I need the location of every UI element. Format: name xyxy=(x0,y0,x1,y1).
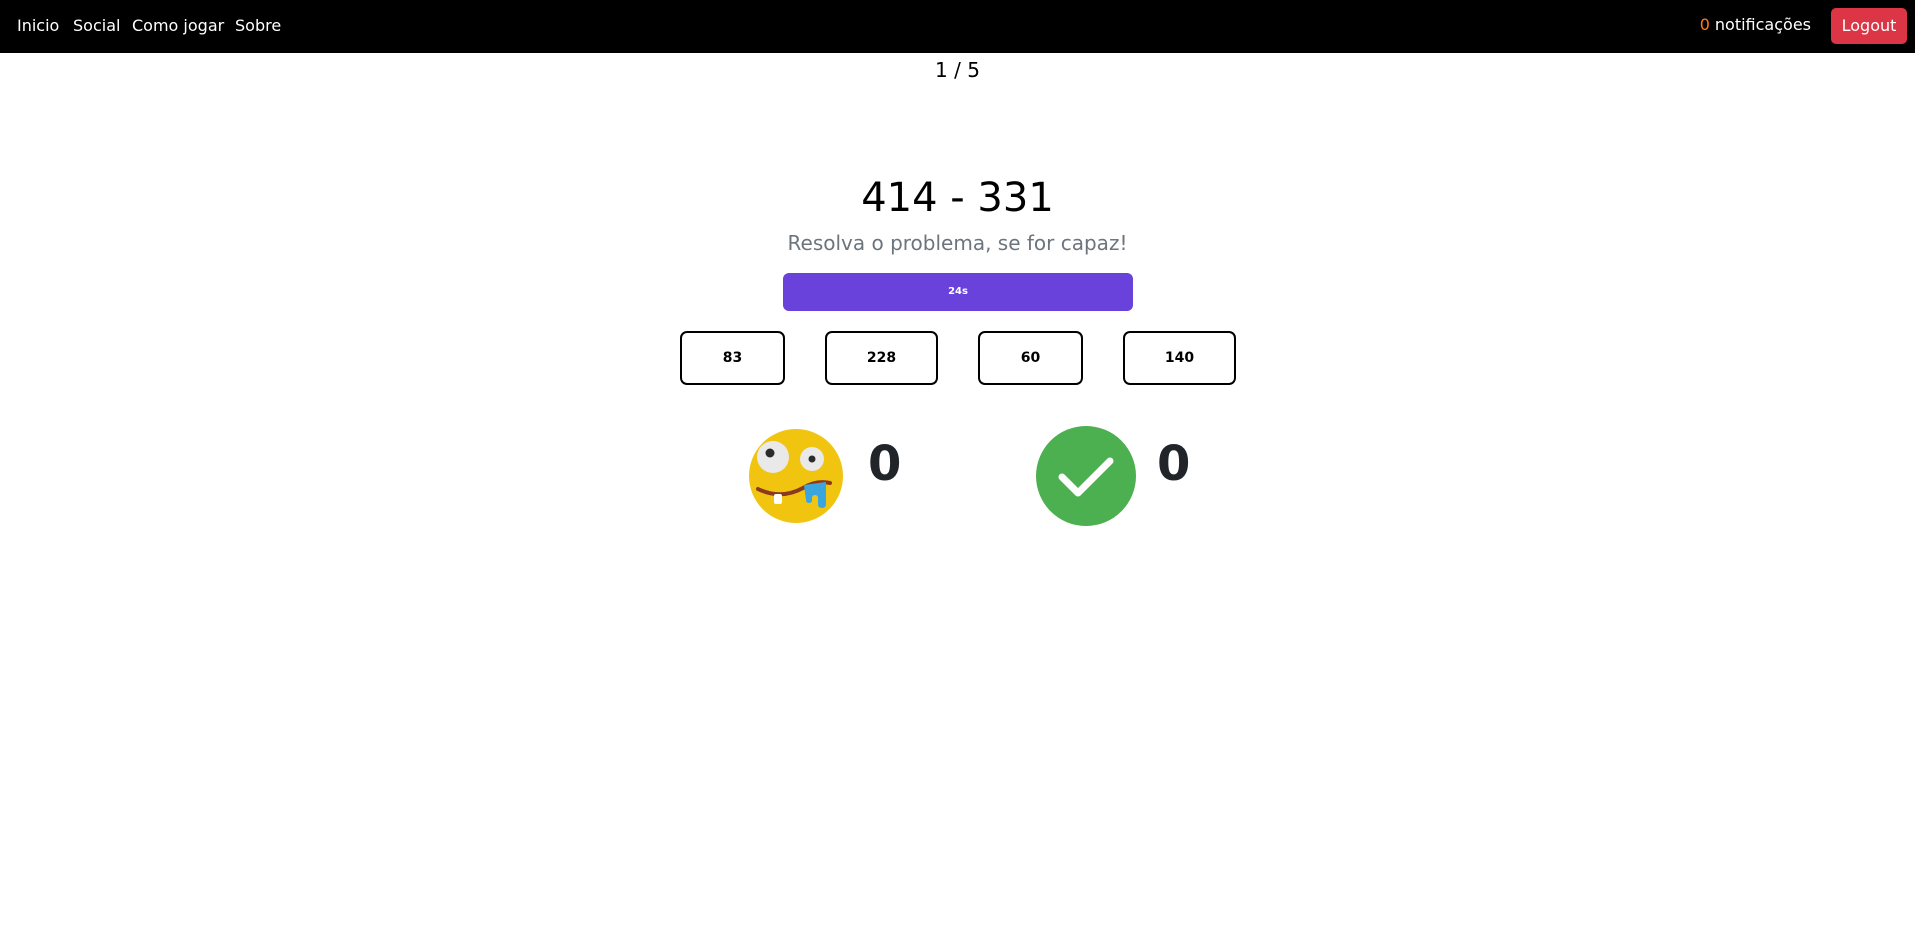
answer-button-1[interactable]: 83 xyxy=(680,331,785,385)
check-circle-icon xyxy=(1036,426,1136,526)
math-problem: 414 - 331 xyxy=(861,175,1054,221)
answer-button-3[interactable]: 60 xyxy=(978,331,1083,385)
logout-button[interactable]: Logout xyxy=(1831,8,1907,44)
answer-button-4[interactable]: 140 xyxy=(1123,331,1236,385)
problem-subtitle: Resolva o problema, se for capaz! xyxy=(787,231,1128,255)
nav-link-como-jogar[interactable]: Como jogar xyxy=(132,15,224,37)
notifications-link[interactable]: 0 notificações xyxy=(1700,14,1811,36)
notifications-label: notificações xyxy=(1714,15,1811,34)
nav-link-sobre[interactable]: Sobre xyxy=(235,15,281,37)
nav-link-inicio[interactable]: Inicio xyxy=(17,15,59,37)
notifications-count: 0 xyxy=(1699,15,1710,34)
timer-label: 24s xyxy=(948,286,968,297)
question-progress: 1 / 5 xyxy=(935,58,980,82)
nav-link-social[interactable]: Social xyxy=(73,15,120,37)
answer-button-2[interactable]: 228 xyxy=(825,331,938,385)
right-count: 0 xyxy=(1157,436,1191,492)
navbar: Inicio Social Como jogar Sobre 0 notifica… xyxy=(0,0,1915,53)
timer-bar: 24s xyxy=(783,273,1133,311)
wrong-count: 0 xyxy=(868,436,902,492)
silly-face-icon xyxy=(746,426,846,526)
